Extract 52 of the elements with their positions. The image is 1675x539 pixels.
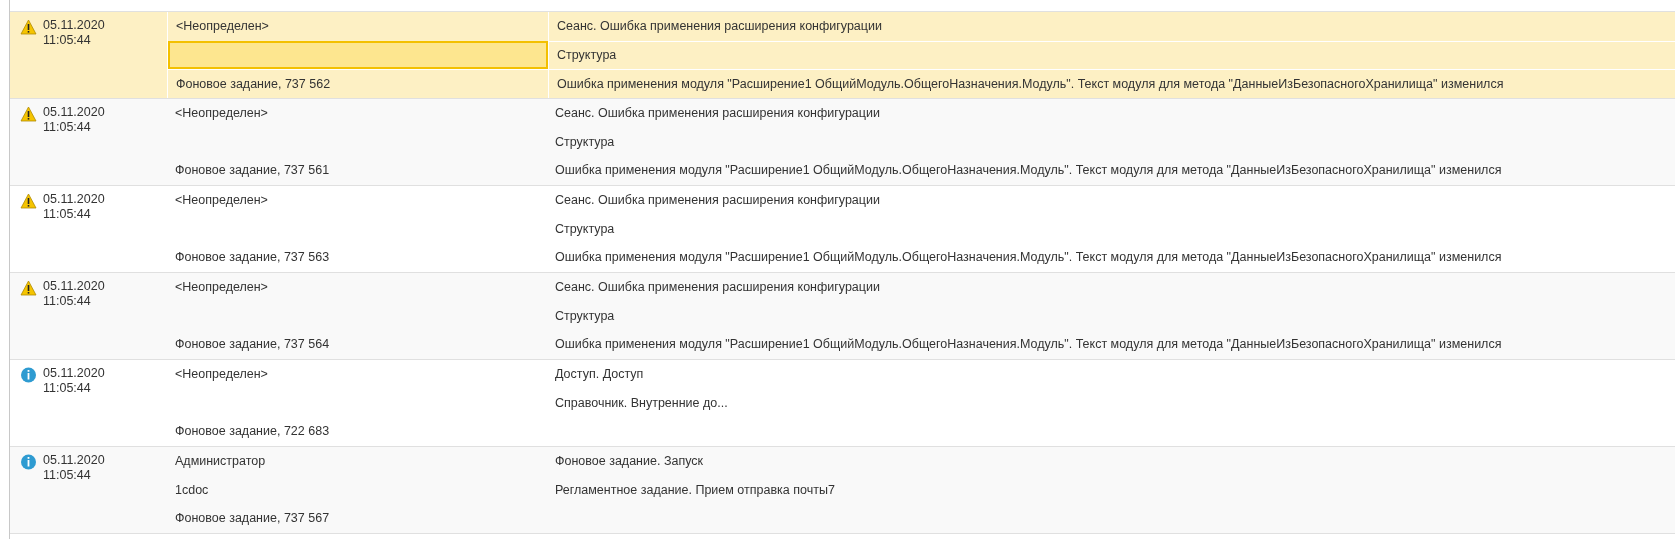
event-date: 05.11.2020 — [43, 366, 105, 381]
user-cell: Администратор — [175, 454, 266, 469]
user-cell: Фоновое задание, 737 564 — [175, 337, 330, 352]
event-cell: Ошибка применения модуля "Расширение1 ОбщийМодуль.ОбщегоНазначения.Модуль". Текст модуля для метода "ДанныеИзБезопасногоХранилища" изменился — [555, 163, 1502, 178]
event-date: 05.11.2020 — [43, 18, 105, 33]
event-date: 05.11.2020 — [43, 279, 105, 294]
warning-icon — [20, 19, 37, 35]
event-cell: Доступ. Доступ — [555, 367, 644, 382]
warning-icon — [20, 280, 37, 296]
log-row[interactable]: 05.11.2020 11:05:44 Администратор 1cdoc Фоновое задание, 737 567 Фоновое задание. Запуск Регламентное задание. Прием отправка почты7 — [10, 447, 1675, 534]
user-cell: Фоновое задание, 737 561 — [175, 163, 330, 178]
info-icon — [20, 454, 37, 470]
log-row[interactable] — [10, 12, 1675, 99]
user-cell: <Неопределен> — [175, 367, 268, 382]
event-cell: Сеанс. Ошибка применения расширения конфигурации — [555, 193, 880, 208]
user-cell: <Неопределен> — [175, 280, 268, 295]
user-cell: <Неопределен> — [175, 193, 268, 208]
event-cell: Регламентное задание. Прием отправка почты7 — [555, 482, 835, 497]
user-cell: <Неопределен> — [176, 19, 269, 34]
user-cell: <Неопределен> — [175, 106, 268, 121]
event-cell: Ошибка применения модуля "Расширение1 ОбщийМодуль.ОбщегоНазначения.Модуль". Текст модуля для метода "ДанныеИзБезопасногоХранилища" изменился — [557, 77, 1504, 91]
event-cell: Сеанс. Ошибка применения расширения конфигурации — [557, 19, 882, 34]
user-cell: 1cdoc — [175, 482, 209, 497]
event-time: 11:05:44 — [43, 294, 92, 309]
event-cell: Структура — [555, 221, 615, 236]
event-time: 11:05:44 — [43, 381, 92, 396]
user-cell: Фоновое задание, 737 567 — [175, 511, 330, 526]
user-cell: Фоновое задание, 737 562 — [176, 77, 331, 91]
user-cell: Фоновое задание, 737 563 — [175, 250, 330, 265]
focused-cell[interactable] — [168, 40, 548, 70]
event-cell: Сеанс. Ошибка применения расширения конфигурации — [555, 280, 880, 295]
log-row[interactable] — [10, 273, 1675, 360]
event-cell: Ошибка применения модуля "Расширение1 ОбщийМодуль.ОбщегоНазначения.Модуль". Текст модуля для метода "ДанныеИзБезопасногоХранилища" изменился — [555, 250, 1502, 265]
info-icon — [20, 367, 37, 383]
event-cell: Структура — [555, 308, 615, 323]
warning-icon — [20, 193, 37, 209]
event-time: 11:05:44 — [43, 468, 92, 483]
log-row[interactable] — [10, 99, 1675, 186]
event-cell: Структура — [555, 134, 615, 149]
event-time: 11:05:44 — [43, 120, 92, 135]
event-cell: Фоновое задание. Запуск — [555, 454, 703, 469]
event-date: 05.11.2020 — [43, 105, 105, 120]
user-cell: Фоновое задание, 722 683 — [175, 424, 330, 439]
event-cell: Сеанс. Ошибка применения расширения конфигурации — [555, 106, 880, 121]
event-time: 11:05:44 — [43, 33, 92, 48]
event-cell: Справочник. Внутренние до... — [555, 395, 728, 410]
event-time: 11:05:44 — [43, 207, 92, 222]
warning-icon — [20, 106, 37, 122]
event-cell: Структура — [557, 48, 617, 63]
event-date: 05.11.2020 — [43, 192, 105, 207]
event-date: 05.11.2020 — [43, 453, 105, 468]
event-cell: Ошибка применения модуля "Расширение1 ОбщийМодуль.ОбщегоНазначения.Модуль". Текст модуля для метода "ДанныеИзБезопасногоХранилища" изменился — [555, 337, 1502, 352]
